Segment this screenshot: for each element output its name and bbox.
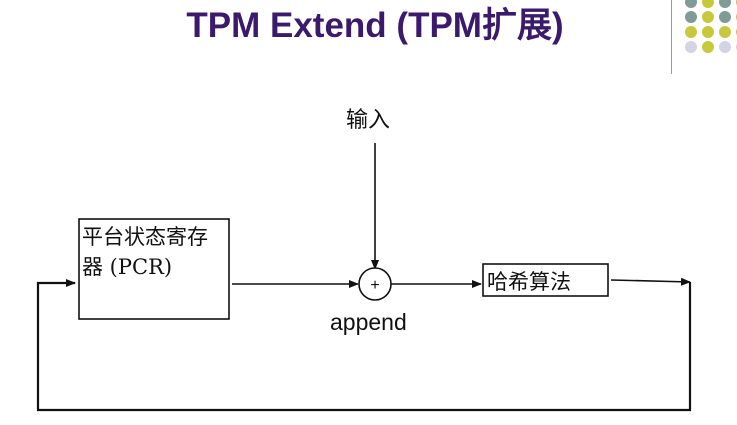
- append-plus-symbol: +: [370, 277, 379, 294]
- pcr-label: 平台状态寄存器 (PCR): [82, 225, 208, 279]
- hash-algorithm-label: 哈希算法: [487, 270, 571, 294]
- append-label: append: [330, 309, 407, 335]
- hash-output-arrow: [610, 277, 691, 286]
- extend-flow-diagram: +: [36, 143, 692, 412]
- input-label: 输入: [346, 108, 391, 133]
